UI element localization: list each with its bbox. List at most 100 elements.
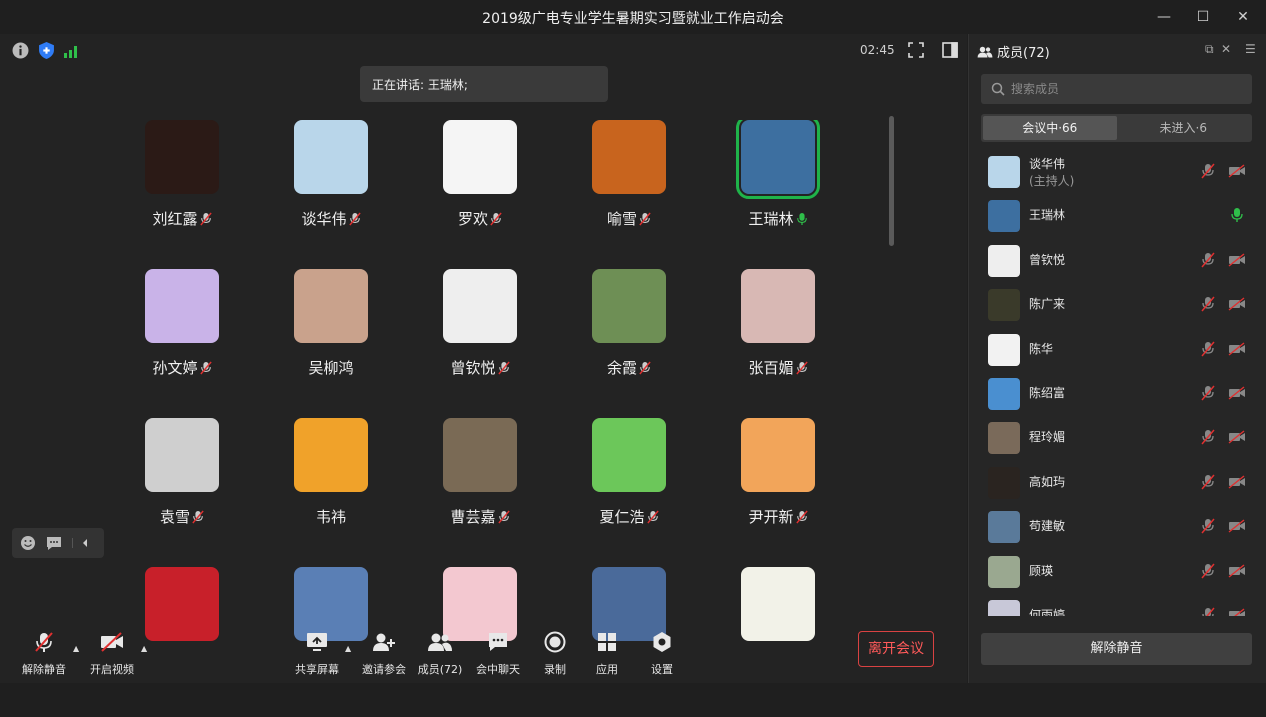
- member-list-item[interactable]: 谈华伟 (主持人): [969, 150, 1266, 194]
- avatar: [988, 244, 1020, 277]
- member-list-item[interactable]: 陈绍富: [969, 372, 1266, 416]
- participant-tile[interactable]: 曹芸嘉: [406, 418, 554, 558]
- unmute-button[interactable]: 解除静音: [14, 631, 74, 677]
- member-list-item[interactable]: 王瑞林: [969, 194, 1266, 238]
- camera-off-icon[interactable]: [1228, 518, 1246, 537]
- share-options-caret-icon[interactable]: ▲: [345, 644, 351, 653]
- apps-button[interactable]: 应用: [577, 631, 637, 677]
- participant-tile[interactable]: 孙文婷: [108, 269, 256, 409]
- member-name: 何雨婷: [1029, 608, 1066, 616]
- participant-tile[interactable]: 袁雪: [108, 418, 256, 558]
- member-list-item[interactable]: 苟建敏: [969, 505, 1266, 549]
- participant-tile[interactable]: 夏仁浩: [555, 418, 703, 558]
- maximize-icon[interactable]: ☐: [1192, 6, 1214, 28]
- member-list-item[interactable]: 曾钦悦: [969, 239, 1266, 283]
- signal-strength-icon[interactable]: [64, 44, 80, 58]
- mic-muted-icon: [497, 361, 510, 375]
- mic-on-icon: [796, 212, 808, 226]
- mic-muted-icon[interactable]: [1201, 296, 1215, 316]
- mic-muted-icon[interactable]: [1201, 341, 1215, 361]
- member-list-item[interactable]: 顾瑛: [969, 550, 1266, 594]
- participant-tile[interactable]: 张百媚: [704, 269, 852, 409]
- info-icon[interactable]: [12, 42, 29, 59]
- popout-icon[interactable]: ⧉: [1205, 42, 1214, 57]
- camera-off-icon[interactable]: [1228, 341, 1246, 360]
- mic-muted-icon[interactable]: [1201, 474, 1215, 494]
- camera-off-icon[interactable]: [1228, 296, 1246, 315]
- participant-tile[interactable]: 谈华伟: [257, 120, 405, 260]
- participant-tile[interactable]: 罗欢: [406, 120, 554, 260]
- member-list-item[interactable]: 高如玙: [969, 461, 1266, 505]
- member-list-item[interactable]: 陈华: [969, 328, 1266, 372]
- member-name: 陈华: [1029, 341, 1054, 356]
- security-shield-icon[interactable]: [39, 42, 54, 59]
- camera-off-icon[interactable]: [1228, 385, 1246, 404]
- camera-off-icon[interactable]: [1228, 252, 1246, 271]
- member-list-item[interactable]: 程玲媚: [969, 416, 1266, 460]
- mic-muted-icon[interactable]: [1201, 563, 1215, 583]
- participant-name: 吴柳鸿: [308, 359, 354, 377]
- participant-tile[interactable]: 韦祎: [257, 418, 405, 558]
- participant-tile[interactable]: 曾钦悦: [406, 269, 554, 409]
- emoji-icon[interactable]: [20, 535, 36, 551]
- tab-not-joined[interactable]: 未进入·6: [1117, 116, 1251, 140]
- avatar: [988, 378, 1020, 410]
- participant-tile[interactable]: 刘红露: [108, 120, 256, 260]
- member-list: 谈华伟 (主持人) 王瑞林曾钦悦陈广来陈华陈绍富 程玲媚 高如玙苟建敏顾瑛何雨婷: [969, 150, 1266, 616]
- member-name: 顾瑛: [1029, 563, 1054, 578]
- leave-meeting-button[interactable]: 离开会议: [858, 631, 934, 667]
- member-name: 王瑞林: [1029, 208, 1066, 223]
- camera-off-icon[interactable]: [1228, 163, 1246, 182]
- close-icon[interactable]: ✕: [1232, 6, 1254, 28]
- member-list-item[interactable]: 陈广来: [969, 283, 1266, 327]
- chat-bubble-icon[interactable]: [46, 536, 62, 551]
- collapse-icon[interactable]: [72, 538, 89, 548]
- participant-tile[interactable]: 喻雪: [555, 120, 703, 260]
- member-list-item[interactable]: 何雨婷: [969, 594, 1266, 616]
- start-video-button[interactable]: 开启视频: [82, 631, 142, 677]
- invite-button[interactable]: 邀请参会: [354, 631, 414, 677]
- avatar: [988, 200, 1020, 233]
- search-icon: [991, 82, 1005, 96]
- member-name: 苟建敏: [1029, 519, 1066, 534]
- grid-scrollbar[interactable]: [889, 116, 894, 246]
- camera-off-icon[interactable]: [1228, 607, 1246, 616]
- participant-tile[interactable]: 余霞: [555, 269, 703, 409]
- member-name: 曾钦悦: [1029, 252, 1066, 267]
- sidebar-menu-icon[interactable]: ☰: [1245, 42, 1256, 56]
- participant-avatar: [145, 418, 219, 492]
- mic-muted-icon[interactable]: [1201, 518, 1215, 538]
- video-options-caret-icon[interactable]: ▲: [141, 644, 147, 653]
- participant-tile[interactable]: 王瑞林: [704, 120, 852, 260]
- share-screen-button[interactable]: 共享屏幕: [287, 631, 347, 677]
- mic-on-icon[interactable]: [1230, 207, 1244, 227]
- record-button[interactable]: 录制: [525, 631, 585, 677]
- toggle-sidebar-icon[interactable]: [942, 42, 958, 58]
- fullscreen-icon[interactable]: [908, 42, 924, 58]
- camera-off-icon: [101, 632, 123, 652]
- mic-muted-icon[interactable]: [1201, 163, 1215, 183]
- members-button[interactable]: 成员(72): [410, 631, 470, 677]
- mic-muted-icon[interactable]: [1201, 607, 1215, 616]
- audio-options-caret-icon[interactable]: ▲: [73, 644, 79, 653]
- participant-name: 喻雪: [606, 210, 637, 228]
- search-input[interactable]: [1011, 82, 1231, 96]
- tab-in-meeting[interactable]: 会议中·66: [983, 116, 1117, 140]
- participant-avatar: [294, 418, 368, 492]
- camera-off-icon[interactable]: [1228, 429, 1246, 448]
- chat-button[interactable]: 会中聊天: [468, 631, 528, 677]
- participant-tile[interactable]: 尹开新: [704, 418, 852, 558]
- camera-off-icon[interactable]: [1228, 563, 1246, 582]
- mic-muted-icon[interactable]: [1201, 252, 1215, 272]
- unmute-all-button[interactable]: 解除静音: [981, 633, 1252, 665]
- mic-muted-icon[interactable]: [1201, 385, 1215, 405]
- minimize-icon[interactable]: —: [1153, 6, 1175, 28]
- camera-off-icon[interactable]: [1228, 474, 1246, 493]
- close-sidebar-icon[interactable]: ✕: [1221, 42, 1231, 56]
- settings-button[interactable]: 设置: [632, 631, 692, 677]
- participant-tile[interactable]: 吴柳鸿: [257, 269, 405, 409]
- member-search[interactable]: [981, 74, 1252, 104]
- participant-avatar: [145, 269, 219, 343]
- avatar: [988, 422, 1020, 455]
- mic-muted-icon[interactable]: [1201, 429, 1215, 449]
